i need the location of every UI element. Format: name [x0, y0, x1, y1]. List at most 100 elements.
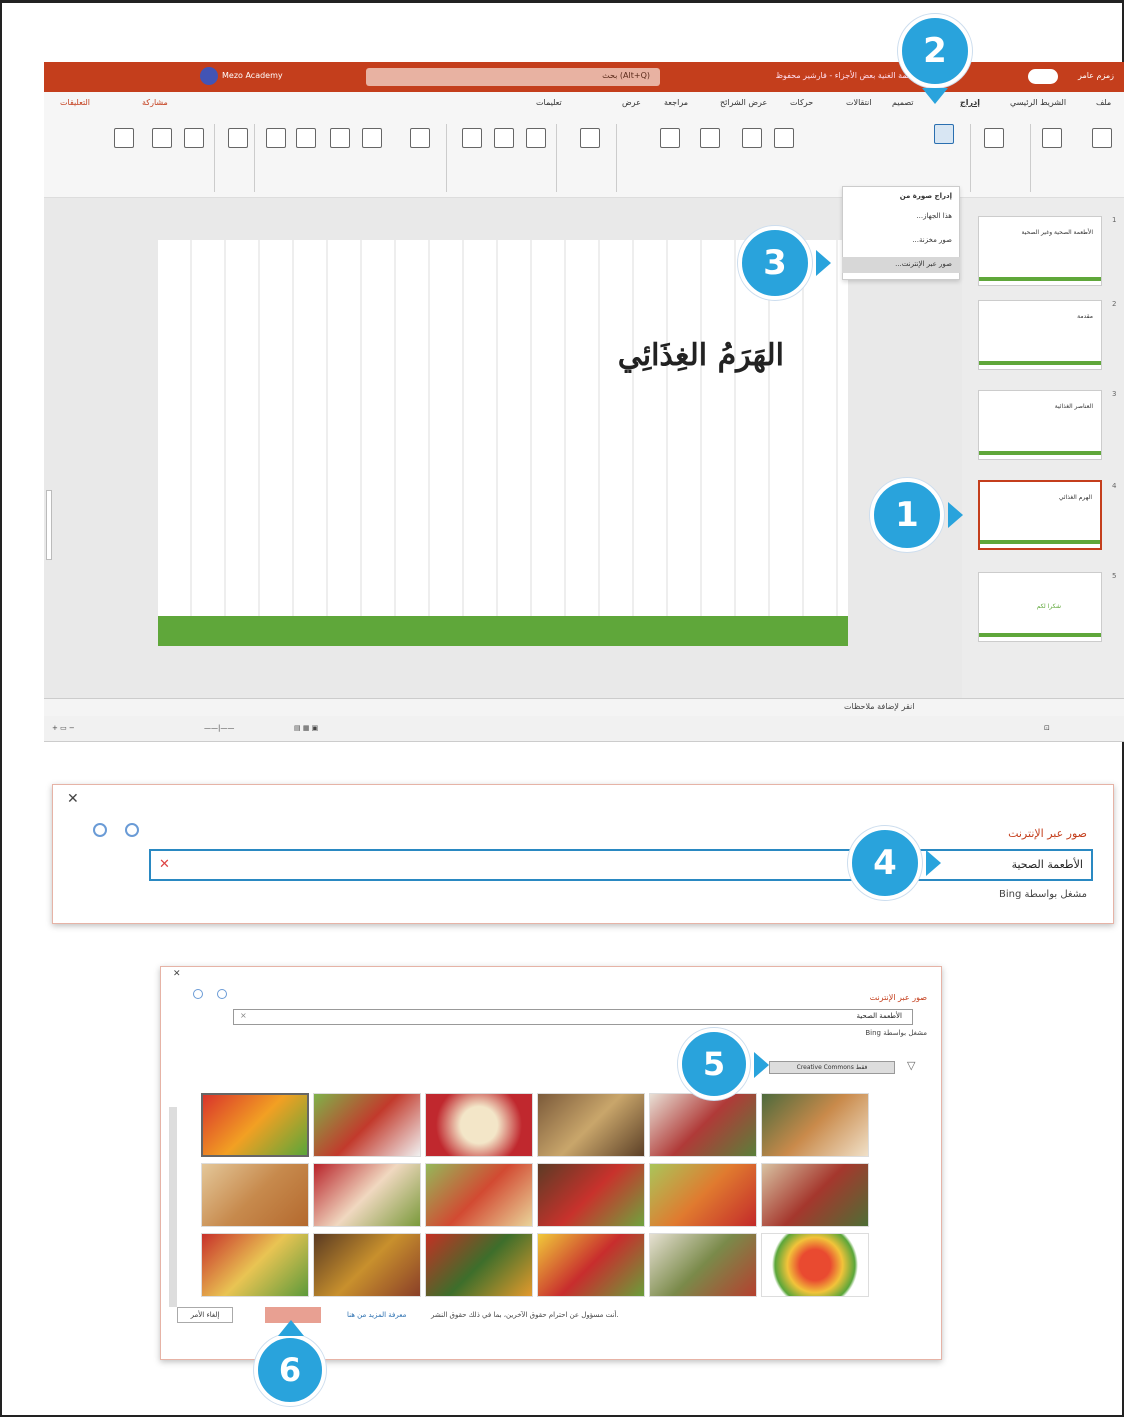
vertical-scrollbar[interactable] — [46, 490, 52, 560]
avatar[interactable] — [200, 67, 218, 85]
results-scrollbar[interactable] — [169, 1107, 177, 1307]
slide-number-icon[interactable] — [266, 128, 286, 148]
callout-6: 6 — [254, 1334, 326, 1406]
date-time-icon[interactable] — [296, 128, 316, 148]
tab-slideshow[interactable]: عرض الشرائح — [720, 98, 767, 107]
result-image[interactable] — [649, 1093, 757, 1157]
audio-icon[interactable] — [152, 128, 172, 148]
tab-home[interactable]: الشريط الرئيسي — [1010, 98, 1066, 107]
slide-thumbnail[interactable]: مقدمة — [978, 300, 1102, 370]
result-image[interactable] — [201, 1233, 309, 1297]
reuse-slides-icon[interactable] — [1042, 128, 1062, 148]
search-input[interactable]: × الأطعمة الصحية — [233, 1009, 913, 1025]
comment-icon[interactable] — [462, 128, 482, 148]
search-input[interactable]: بحث (Alt+Q) — [366, 68, 660, 86]
result-image[interactable] — [761, 1163, 869, 1227]
comments-button[interactable]: التعليقات — [60, 98, 90, 107]
tab-transitions[interactable]: انتقالات — [846, 98, 871, 107]
learn-more-link[interactable]: معرفة المزيد من هنا — [347, 1311, 406, 1319]
ribbon-separator — [254, 124, 255, 192]
smartart-icon[interactable] — [660, 128, 680, 148]
redo-icon[interactable]: ↷ — [146, 8, 157, 23]
tab-view[interactable]: عرض — [622, 98, 641, 107]
menu-item-stock-images[interactable]: صور مخزنة... — [842, 236, 952, 244]
thumbnail-number: 3 — [1112, 390, 1117, 398]
undo-icon[interactable]: ↶ — [120, 8, 131, 23]
menu-icon[interactable]: ≡ — [170, 8, 181, 23]
close-icon[interactable]: ✕ — [67, 791, 79, 807]
tab-help[interactable]: تعليمات — [536, 98, 562, 107]
slide-thumbnail[interactable]: الأطعمة الصحية وغير الصحية — [978, 216, 1102, 286]
result-image[interactable] — [201, 1093, 309, 1157]
cancel-button[interactable]: إلغاء الأمر — [177, 1307, 233, 1323]
screen-recording-icon[interactable] — [114, 128, 134, 148]
equation-icon[interactable] — [228, 128, 248, 148]
result-image[interactable] — [313, 1093, 421, 1157]
close-icon[interactable]: ✕ — [173, 969, 181, 979]
result-image[interactable] — [649, 1163, 757, 1227]
clear-icon[interactable]: ✕ — [159, 857, 170, 872]
autosave-icon[interactable]: ● — [62, 8, 73, 23]
result-image[interactable] — [761, 1233, 869, 1297]
result-image[interactable] — [313, 1233, 421, 1297]
filter-icon[interactable]: ▽ — [907, 1059, 915, 1072]
3d-models-icon[interactable] — [700, 128, 720, 148]
slide-thumbnail-selected[interactable]: الهرم الغذائي — [978, 480, 1102, 550]
notes-label: انقر لإضافة ملاحظات — [844, 702, 915, 711]
shapes-icon[interactable] — [774, 128, 794, 148]
callout-pointer — [754, 1052, 769, 1078]
powered-by-bing: مشغل بواسطة Bing — [998, 889, 1087, 900]
zoom-icon[interactable] — [580, 128, 600, 148]
link-icon[interactable] — [526, 128, 546, 148]
creative-commons-filter[interactable]: Creative Commons فقط — [769, 1061, 895, 1074]
wordart-icon[interactable] — [330, 128, 350, 148]
settings-icon[interactable] — [217, 989, 227, 999]
accessibility-icon[interactable]: ⊡ — [1044, 724, 1050, 732]
video-icon[interactable] — [184, 128, 204, 148]
status-bar: + ▭ − ——|—— ▤ ▦ ▣ ⊡ — [44, 716, 1124, 742]
result-image[interactable] — [761, 1093, 869, 1157]
pictures-icon[interactable] — [934, 124, 954, 144]
tab-file[interactable]: ملف — [1096, 98, 1111, 107]
result-image[interactable] — [425, 1233, 533, 1297]
icons-icon[interactable] — [742, 128, 762, 148]
tab-review[interactable]: مراجعة — [664, 98, 688, 107]
slide-thumbnail[interactable]: العناصر الغذائية — [978, 390, 1102, 460]
slide-thumbnail[interactable]: شكرا لكم — [978, 572, 1102, 642]
clear-icon[interactable]: × — [240, 1011, 247, 1020]
view-buttons[interactable]: ▤ ▦ ▣ — [294, 724, 318, 732]
image-results-grid — [201, 1093, 901, 1303]
notes-bar[interactable]: انقر لإضافة ملاحظات — [44, 698, 1124, 716]
tab-design[interactable]: تصميم — [892, 98, 914, 107]
toggle-switch[interactable] — [1028, 69, 1058, 84]
help-icon[interactable] — [93, 823, 107, 837]
user-name: زمزم عامر — [1078, 71, 1114, 80]
settings-icon[interactable] — [125, 823, 139, 837]
result-image[interactable] — [201, 1163, 309, 1227]
share-button[interactable]: مشاركة — [142, 98, 168, 107]
text-box-icon[interactable] — [410, 128, 430, 148]
menu-item-this-device[interactable]: هذا الجهاز... — [842, 212, 952, 220]
zoom-level[interactable]: + ▭ − — [52, 724, 75, 732]
ribbon-separator — [970, 124, 971, 192]
result-image[interactable] — [425, 1163, 533, 1227]
slide-title[interactable]: الهَرَمُ الغِذَائِي — [618, 338, 784, 373]
search-input[interactable]: ✕ الأطعمة الصحية — [149, 849, 1093, 881]
zoom-slider[interactable]: ——|—— — [204, 724, 234, 732]
slide-canvas[interactable]: الهَرَمُ الغِذَائِي — [158, 240, 848, 646]
result-image[interactable] — [537, 1233, 645, 1297]
result-image[interactable] — [649, 1233, 757, 1297]
result-image[interactable] — [537, 1093, 645, 1157]
result-image[interactable] — [313, 1163, 421, 1227]
help-icon[interactable] — [193, 989, 203, 999]
menu-item-online-pictures[interactable]: صور عبر الإنترنت... — [842, 260, 952, 268]
tab-animations[interactable]: حركات — [790, 98, 813, 107]
table-icon[interactable] — [984, 128, 1004, 148]
tab-insert[interactable]: إدراج — [960, 98, 980, 107]
result-image[interactable] — [537, 1163, 645, 1227]
header-footer-icon[interactable] — [362, 128, 382, 148]
action-icon[interactable] — [494, 128, 514, 148]
save-icon[interactable]: ▣ — [92, 8, 104, 23]
new-slide-icon[interactable] — [1092, 128, 1112, 148]
result-image[interactable] — [425, 1093, 533, 1157]
